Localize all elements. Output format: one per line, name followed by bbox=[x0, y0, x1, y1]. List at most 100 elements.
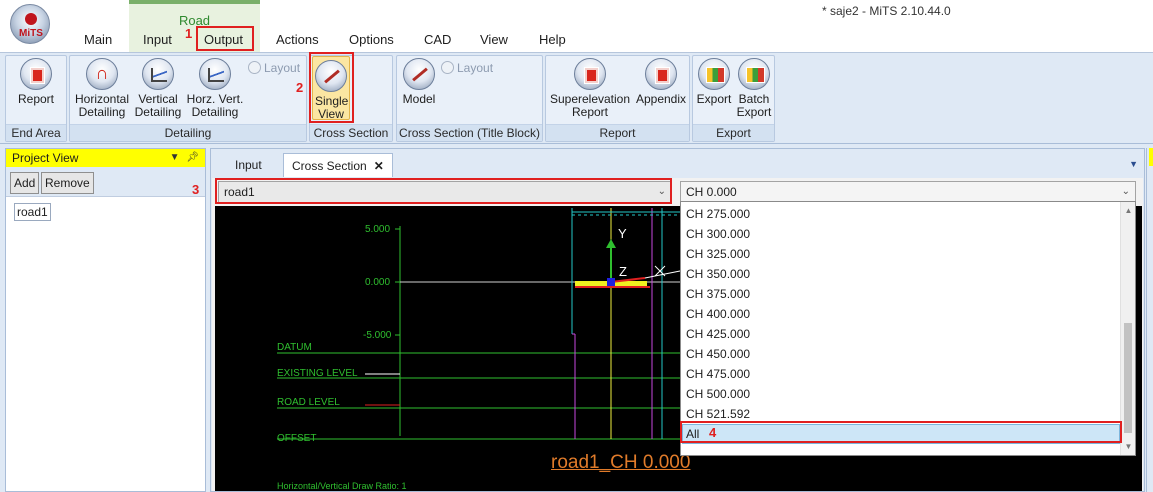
chevron-down-icon: ⌄ bbox=[657, 186, 666, 197]
group-label: Detailing bbox=[70, 124, 306, 141]
report-icon bbox=[645, 58, 677, 90]
button-label-line2: View bbox=[318, 107, 344, 121]
button-label: Layout bbox=[264, 61, 301, 75]
button-label: Report bbox=[17, 92, 55, 106]
chainage-option[interactable]: CH 425.000 bbox=[686, 327, 750, 341]
button-label: Model bbox=[402, 92, 436, 106]
vertical-detailing-button[interactable]: Vertical Detailing bbox=[132, 58, 184, 119]
chainage-dropdown-list: CH 275.000 CH 300.000 CH 325.000 CH 350.… bbox=[680, 201, 1136, 456]
single-view-button[interactable]: Single View bbox=[312, 56, 350, 121]
annotation-number: 1 bbox=[185, 26, 193, 41]
appendix-button[interactable]: Appendix bbox=[634, 58, 688, 106]
y-tick-label: 5.000 bbox=[365, 224, 391, 235]
tab-list-dropdown-icon[interactable]: ▼ bbox=[1129, 159, 1138, 169]
app-logo-icon[interactable]: MiTS bbox=[10, 4, 50, 44]
chainage-option[interactable]: CH 375.000 bbox=[686, 287, 750, 301]
tree-item-road1[interactable]: road1 bbox=[14, 203, 51, 221]
tab-cross-section[interactable]: Cross Section ✕ bbox=[283, 153, 393, 177]
ribbon-group-detailing: Horizontal Detailing Vertical Detailing … bbox=[69, 55, 307, 142]
scroll-down-icon[interactable]: ▼ bbox=[1121, 442, 1136, 451]
road-select-value: road1 bbox=[224, 185, 255, 199]
remove-button[interactable]: Remove bbox=[41, 172, 94, 194]
tab-label: Cross Section bbox=[292, 159, 367, 173]
section-title: road1_CH 0.000 bbox=[551, 452, 691, 473]
pin-icon[interactable]: 📌︎ bbox=[186, 152, 199, 163]
export-button[interactable]: Export bbox=[695, 58, 733, 106]
ribbon-group-end-area: Report End Area bbox=[5, 55, 67, 142]
tab-actions[interactable]: Actions bbox=[270, 30, 325, 50]
tab-help[interactable]: Help bbox=[533, 30, 572, 50]
scroll-up-icon[interactable]: ▲ bbox=[1121, 206, 1136, 215]
chainage-option[interactable]: CH 521.592 bbox=[686, 407, 750, 421]
group-label: Cross Section (Title Block) bbox=[397, 124, 542, 141]
y-tick-label: -5.000 bbox=[363, 330, 392, 341]
right-panel-edge bbox=[1146, 148, 1153, 492]
chainage-option[interactable]: CH 450.000 bbox=[686, 347, 750, 361]
tab-main[interactable]: Main bbox=[78, 30, 118, 50]
logo-mark bbox=[25, 13, 37, 25]
model-button[interactable]: Model bbox=[399, 58, 439, 106]
chainage-option[interactable]: CH 300.000 bbox=[686, 227, 750, 241]
superelevation-report-button[interactable]: Superelevation Report bbox=[549, 58, 631, 119]
chainage-option-all[interactable]: All bbox=[686, 427, 699, 441]
batch-export-button[interactable]: Batch Export bbox=[735, 58, 773, 119]
batch-export-icon bbox=[738, 58, 770, 90]
group-label: Export bbox=[693, 124, 774, 141]
chainage-option[interactable]: CH 325.000 bbox=[686, 247, 750, 261]
chainage-option[interactable]: CH 275.000 bbox=[686, 207, 750, 221]
horz-vert-profile-icon bbox=[199, 58, 231, 90]
scroll-thumb[interactable] bbox=[1124, 323, 1132, 433]
horizontal-curve-icon bbox=[86, 58, 118, 90]
layout-icon bbox=[441, 61, 454, 74]
project-view-title: Project View bbox=[12, 151, 79, 165]
report-icon bbox=[574, 58, 606, 90]
single-view-inner: Single View bbox=[315, 60, 348, 121]
chainage-option[interactable]: CH 475.000 bbox=[686, 367, 750, 381]
draw-ratio-note: Horizontal/Vertical Draw Ratio: 1 bbox=[277, 481, 407, 491]
annotation-number: 4 bbox=[709, 425, 717, 440]
horz-vert-detailing-button[interactable]: Horz. Vert. Detailing bbox=[186, 58, 244, 119]
tab-options[interactable]: Options bbox=[343, 30, 400, 50]
y-tick-label: 0.000 bbox=[365, 277, 391, 288]
context-tab-label: Road bbox=[178, 13, 211, 28]
chevron-down-icon: ⌄ bbox=[1121, 186, 1130, 197]
chainage-option[interactable]: CH 400.000 bbox=[686, 307, 750, 321]
close-icon[interactable]: ✕ bbox=[374, 159, 384, 173]
chainage-select[interactable]: CH 0.000 ⌄ bbox=[680, 181, 1136, 203]
ribbon-group-cross-section-title-block: Model Layout Cross Section (Title Block) bbox=[396, 55, 543, 142]
tab-cad[interactable]: CAD bbox=[418, 30, 457, 50]
road-select[interactable]: road1 ⌄ bbox=[218, 181, 672, 203]
title-block-layout-button[interactable]: Layout bbox=[441, 61, 493, 75]
annotation-number: 2 bbox=[296, 80, 304, 95]
window-title: * saje2 - MiTS 2.10.44.0 bbox=[822, 4, 951, 18]
model-pen-icon bbox=[403, 58, 435, 90]
button-label: Export bbox=[696, 92, 732, 106]
detailing-layout-button[interactable]: Layout bbox=[248, 61, 300, 75]
panel-header-icons: ▼ 📌︎ bbox=[170, 149, 199, 167]
row-label-road-level: ROAD LEVEL bbox=[277, 397, 340, 408]
chainage-option[interactable]: CH 500.000 bbox=[686, 387, 750, 401]
export-icon bbox=[698, 58, 730, 90]
end-area-report-button[interactable]: Report bbox=[13, 58, 59, 106]
dropdown-arrow-icon[interactable]: ▼ bbox=[170, 152, 180, 163]
group-label: Report bbox=[546, 124, 689, 141]
dropdown-scrollbar[interactable]: ▲ ▼ bbox=[1120, 202, 1135, 455]
annotation-number: 3 bbox=[192, 182, 200, 197]
tab-output[interactable]: Output bbox=[198, 30, 249, 50]
project-view-toolbar: Add Remove bbox=[6, 167, 205, 197]
add-button[interactable]: Add bbox=[10, 172, 40, 194]
horizontal-detailing-button[interactable]: Horizontal Detailing bbox=[72, 58, 132, 119]
chainage-option[interactable]: CH 350.000 bbox=[686, 267, 750, 281]
group-label: End Area bbox=[6, 124, 66, 141]
ribbon-group-report: Superelevation Report Appendix Report bbox=[545, 55, 690, 142]
tab-input[interactable]: Input bbox=[137, 30, 178, 50]
ribbon: Report End Area Horizontal Detailing Ver… bbox=[0, 52, 1153, 144]
button-label-line2: Detailing bbox=[78, 105, 126, 119]
layout-icon bbox=[248, 61, 261, 74]
tab-input-doc[interactable]: Input bbox=[235, 153, 262, 177]
chainage-select-value: CH 0.000 bbox=[686, 185, 737, 199]
button-label-line2: Export bbox=[736, 105, 772, 119]
project-view-panel: Project View ▼ 📌︎ Add Remove road1 bbox=[5, 148, 206, 492]
tab-view[interactable]: View bbox=[474, 30, 514, 50]
title-bar: MiTS Road Main Input Output Actions Opti… bbox=[0, 0, 1153, 52]
